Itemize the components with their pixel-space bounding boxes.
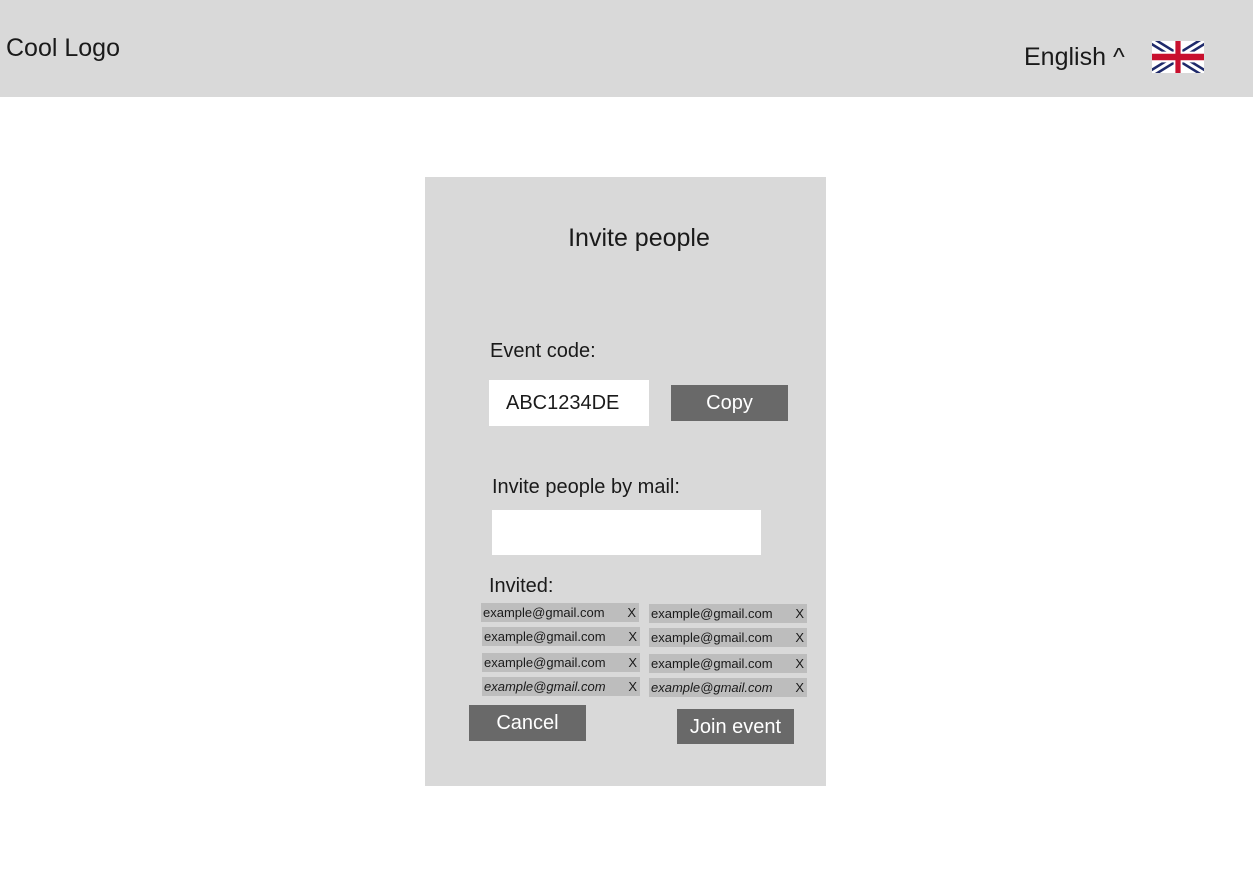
invited-email: example@gmail.com [651, 680, 773, 695]
invite-dialog: Invite people Event code: ABC1234DE Copy… [425, 177, 826, 786]
event-code-field[interactable]: ABC1234DE [489, 380, 649, 426]
invited-email: example@gmail.com [484, 629, 606, 644]
cancel-button[interactable]: Cancel [469, 705, 586, 741]
invited-email: example@gmail.com [483, 605, 605, 620]
remove-invite-icon[interactable]: X [795, 654, 804, 673]
remove-invite-icon[interactable]: X [795, 628, 804, 647]
invited-email: example@gmail.com [651, 656, 773, 671]
event-code-label: Event code: [490, 340, 596, 362]
remove-invite-icon[interactable]: X [628, 653, 637, 672]
invited-label: Invited: [489, 575, 554, 597]
invited-chip: example@gmail.com X [481, 603, 639, 622]
copy-button[interactable]: Copy [671, 385, 788, 421]
dialog-title: Invite people [568, 224, 710, 252]
uk-flag-icon[interactable] [1152, 41, 1204, 73]
remove-invite-icon[interactable]: X [795, 678, 804, 697]
invite-mail-label: Invite people by mail: [492, 476, 680, 498]
remove-invite-icon[interactable]: X [628, 677, 637, 696]
invited-chip: example@gmail.com X [649, 678, 807, 697]
invited-email: example@gmail.com [484, 655, 606, 670]
top-bar: Cool Logo English ^ [0, 0, 1253, 97]
invited-chip: example@gmail.com X [649, 604, 807, 623]
invited-email: example@gmail.com [651, 630, 773, 645]
join-event-button[interactable]: Join event [677, 709, 794, 744]
remove-invite-icon[interactable]: X [627, 603, 636, 622]
remove-invite-icon[interactable]: X [795, 604, 804, 623]
invited-chip: example@gmail.com X [482, 653, 640, 672]
logo[interactable]: Cool Logo [6, 31, 120, 65]
invite-email-input[interactable] [492, 510, 761, 555]
invited-chip: example@gmail.com X [649, 628, 807, 647]
invited-email: example@gmail.com [651, 606, 773, 621]
invited-chip: example@gmail.com X [482, 677, 640, 696]
invited-chip: example@gmail.com X [482, 627, 640, 646]
invited-chip: example@gmail.com X [649, 654, 807, 673]
remove-invite-icon[interactable]: X [628, 627, 637, 646]
language-selector[interactable]: English ^ [1024, 40, 1125, 74]
invited-email: example@gmail.com [484, 679, 606, 694]
